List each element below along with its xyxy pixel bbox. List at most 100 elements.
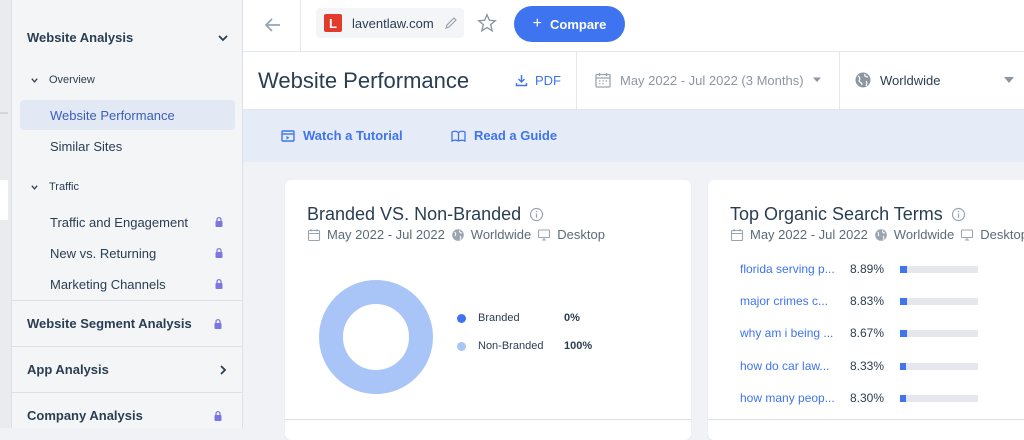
divider xyxy=(12,392,242,393)
desktop-icon xyxy=(538,228,551,241)
top-bar: L laventlaw.com + Compare xyxy=(243,0,1024,52)
legend-value: 100% xyxy=(564,340,593,352)
video-icon xyxy=(281,129,295,142)
term-share: 8.33% xyxy=(850,359,885,373)
sidebar-item-label: Marketing Channels xyxy=(50,276,166,292)
term-row: florida serving p... 8.89% xyxy=(740,262,978,276)
sidebar-item-label: Traffic and Engagement xyxy=(50,214,189,230)
legend-dot xyxy=(457,313,466,323)
share-bar-track xyxy=(900,265,978,273)
watch-tutorial-label: Watch a Tutorial xyxy=(303,128,403,143)
meta-device: Desktop xyxy=(557,227,605,242)
sidebar-item-label: New vs. Returning xyxy=(50,245,157,261)
share-bar-fill xyxy=(900,265,907,273)
company-analysis-header[interactable]: Company Analysis xyxy=(27,408,230,423)
app-analysis-header[interactable]: App Analysis xyxy=(27,362,230,377)
caret-down-icon[interactable] xyxy=(1004,77,1014,83)
sidebar-item-website-performance[interactable]: Website Performance xyxy=(20,100,235,130)
term-row: how do car law... 8.33% xyxy=(740,359,978,373)
sidebar-item-marketing-channels[interactable]: Marketing Channels xyxy=(20,269,235,299)
company-analysis-label: Company Analysis xyxy=(27,408,143,423)
meta-date: May 2022 - Jul 2022 xyxy=(750,227,868,242)
legend-dot xyxy=(457,341,466,351)
lock-icon xyxy=(214,410,222,421)
website-segment-analysis-header[interactable]: Website Segment Analysis xyxy=(27,316,230,331)
edge-mark xyxy=(0,180,8,220)
calendar-icon xyxy=(307,228,321,241)
share-bar-track xyxy=(900,394,978,402)
website-segment-label: Website Segment Analysis xyxy=(27,316,192,331)
meta-device: Desktop xyxy=(980,227,1024,242)
chevron-down-icon xyxy=(31,184,38,190)
lock-icon xyxy=(215,278,223,289)
divider xyxy=(708,419,1024,420)
term-row: major crimes c... 8.83% xyxy=(740,294,978,308)
term-share: 8.83% xyxy=(850,294,885,308)
overview-header[interactable]: Overview xyxy=(30,74,95,86)
calendar-icon xyxy=(595,73,611,88)
lock-icon xyxy=(215,216,223,227)
divider xyxy=(300,0,301,52)
legend-non-branded: Non-Branded 100% xyxy=(457,340,592,352)
non-branded-slice xyxy=(319,280,433,394)
page-header: Website Performance PDF May 2022 - Jul 2… xyxy=(243,52,1024,110)
calendar-icon xyxy=(730,228,744,241)
star-icon[interactable] xyxy=(476,12,498,34)
divider xyxy=(576,52,577,110)
read-guide-link[interactable]: Read a Guide xyxy=(451,128,557,143)
sidebar-item-similar-sites[interactable]: Similar Sites xyxy=(20,131,235,161)
legend-value: 0% xyxy=(564,312,580,324)
share-bar-track xyxy=(900,362,978,370)
caret-down-icon xyxy=(812,77,821,82)
pdf-button[interactable]: PDF xyxy=(515,73,561,88)
chevron-down-icon xyxy=(218,34,228,41)
card-meta: May 2022 - Jul 2022 Worldwide Desktop xyxy=(730,227,1024,242)
branded-donut-chart xyxy=(319,280,433,394)
divider xyxy=(12,300,242,301)
info-icon[interactable] xyxy=(951,207,966,222)
info-icon[interactable] xyxy=(529,207,544,222)
legend-label: Branded xyxy=(478,312,520,324)
desktop-icon xyxy=(961,228,974,241)
meta-geo: Worldwide xyxy=(893,227,955,242)
traffic-header[interactable]: Traffic xyxy=(30,181,79,193)
term-link[interactable]: how many peop... xyxy=(740,391,850,405)
card-meta: May 2022 - Jul 2022 Worldwide Desktop xyxy=(307,227,605,242)
website-analysis-header[interactable]: Website Analysis xyxy=(27,30,230,45)
share-bar-track xyxy=(900,297,978,305)
divider xyxy=(285,419,691,420)
sidebar-item-traffic-engagement[interactable]: Traffic and Engagement xyxy=(20,207,235,237)
term-link[interactable]: how do car law... xyxy=(740,359,850,373)
edge-mark xyxy=(0,112,8,114)
traffic-label: Traffic xyxy=(49,181,79,193)
overview-label: Overview xyxy=(49,74,95,86)
chevron-down-icon xyxy=(31,77,38,83)
country-selector[interactable]: Worldwide xyxy=(854,71,940,89)
sidebar-item-label: Website Performance xyxy=(50,107,175,123)
share-bar-track xyxy=(900,329,978,337)
date-range-selector[interactable]: May 2022 - Jul 2022 (3 Months) xyxy=(594,71,822,89)
term-link[interactable]: major crimes c... xyxy=(740,294,850,308)
share-bar-fill xyxy=(900,329,907,337)
term-share: 8.89% xyxy=(850,262,885,276)
sidebar-item-new-vs-returning[interactable]: New vs. Returning xyxy=(20,238,235,268)
watch-tutorial-link[interactable]: Watch a Tutorial xyxy=(281,128,403,143)
site-chip[interactable]: L laventlaw.com xyxy=(316,8,464,38)
term-link[interactable]: why am i being ... xyxy=(740,326,850,340)
share-bar-fill xyxy=(900,362,907,370)
term-share: 8.67% xyxy=(850,326,885,340)
term-link[interactable]: florida serving p... xyxy=(740,262,850,276)
compare-button[interactable]: + Compare xyxy=(514,6,625,42)
globe-icon xyxy=(855,72,871,88)
branded-title: Branded VS. Non-Branded xyxy=(307,204,522,224)
divider xyxy=(839,52,840,110)
globe-icon xyxy=(874,228,887,241)
compare-label: Compare xyxy=(549,16,607,32)
back-arrow-icon[interactable] xyxy=(261,13,285,37)
sidebar-item-label: Similar Sites xyxy=(50,138,123,154)
download-icon xyxy=(515,75,528,87)
pencil-icon[interactable] xyxy=(444,16,458,30)
meta-date: May 2022 - Jul 2022 xyxy=(327,227,445,242)
book-icon xyxy=(451,130,466,142)
organic-terms-card: Top Organic Search Terms May 2022 - Jul … xyxy=(708,180,1024,440)
